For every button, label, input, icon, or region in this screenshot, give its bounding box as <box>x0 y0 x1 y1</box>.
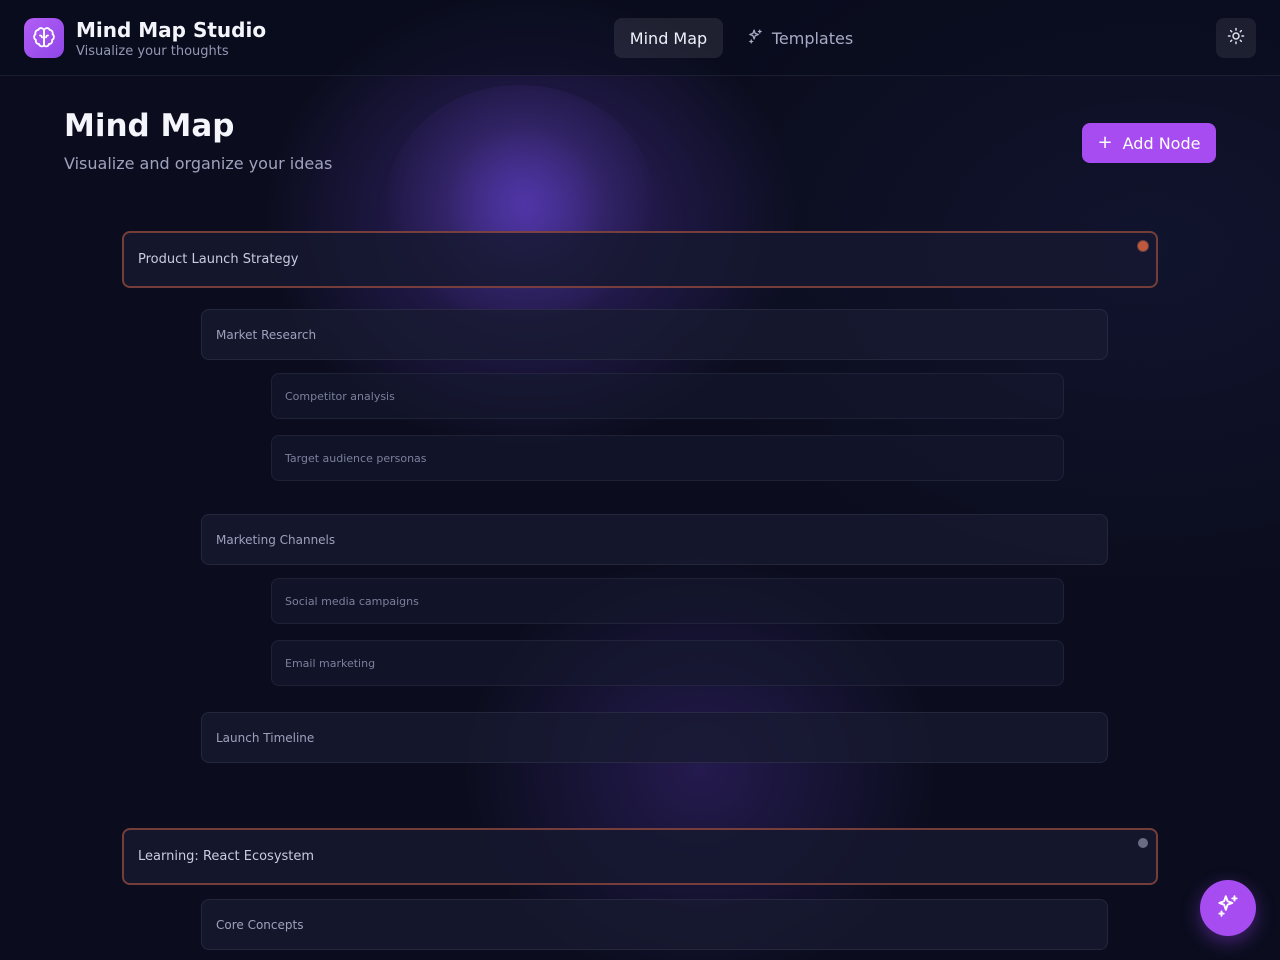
root-node[interactable]: Product Launch Strategy <box>122 231 1158 288</box>
status-dot <box>1138 838 1148 848</box>
node-label: Learning: React Ecosystem <box>138 849 315 864</box>
top-bar: Mind Map Studio Visualize your thoughts … <box>0 0 1280 76</box>
node-label: Marketing Channels <box>216 532 336 547</box>
node-label: Core Concepts <box>216 917 304 932</box>
plus-icon: + <box>1097 132 1113 153</box>
node-label: Email marketing <box>285 656 376 670</box>
ai-assistant-button[interactable] <box>1200 880 1256 936</box>
theme-toggle-button[interactable] <box>1216 18 1256 58</box>
node-label: Market Research <box>216 327 317 342</box>
node-label: Social media campaigns <box>285 594 419 608</box>
sparkles-icon <box>747 28 764 49</box>
sparkles-icon <box>1215 893 1241 923</box>
status-dot <box>1138 241 1148 251</box>
add-node-label: Add Node <box>1122 133 1201 153</box>
app-title: Mind Map Studio <box>76 18 267 42</box>
page-title: Mind Map <box>64 108 235 144</box>
child-node[interactable]: Marketing Channels <box>201 514 1108 565</box>
add-node-button[interactable]: + Add Node <box>1082 123 1216 163</box>
child-node[interactable]: Market Research <box>201 309 1108 360</box>
child-node[interactable]: Core Concepts <box>201 899 1108 950</box>
root-node[interactable]: Learning: React Ecosystem <box>122 828 1158 885</box>
sun-icon <box>1227 27 1245 49</box>
node-label: Target audience personas <box>285 451 427 465</box>
leaf-node[interactable]: Competitor analysis <box>271 373 1064 419</box>
child-node[interactable]: Launch Timeline <box>201 712 1108 763</box>
app-subtitle: Visualize your thoughts <box>76 44 229 59</box>
tab-templates[interactable]: Templates <box>739 18 861 58</box>
node-label: Product Launch Strategy <box>138 252 299 267</box>
page-subtitle: Visualize and organize your ideas <box>64 154 333 173</box>
node-label: Launch Timeline <box>216 730 315 745</box>
leaf-node[interactable]: Social media campaigns <box>271 578 1064 624</box>
leaf-node[interactable]: Target audience personas <box>271 435 1064 481</box>
node-label: Competitor analysis <box>285 389 395 403</box>
brain-icon[interactable] <box>24 18 64 58</box>
leaf-node[interactable]: Email marketing <box>271 640 1064 686</box>
tab-label: Templates <box>771 28 854 48</box>
tab-mind-map[interactable]: Mind Map <box>614 18 723 58</box>
background-glow <box>385 85 655 325</box>
tab-label: Mind Map <box>629 28 708 48</box>
